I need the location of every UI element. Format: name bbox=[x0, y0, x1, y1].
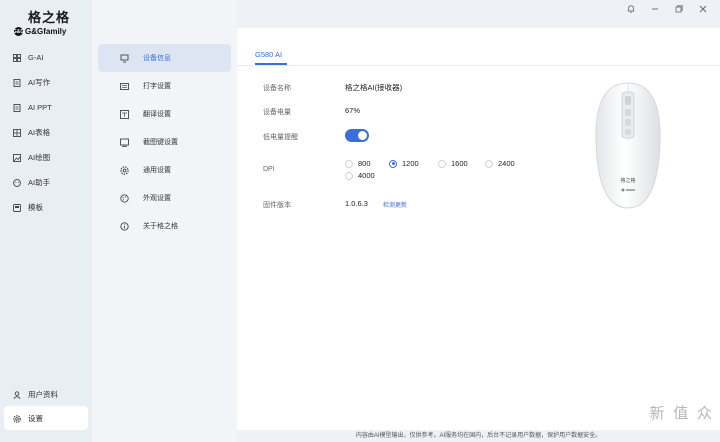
brand-name-cn: 格之格 bbox=[27, 11, 70, 26]
dpi-option-2400[interactable]: 2400 bbox=[485, 159, 515, 168]
nav-item-user-profile[interactable]: 用户资料 bbox=[4, 382, 88, 407]
firmware-value: 1.0.6.3 bbox=[345, 199, 368, 208]
submenu-device-info[interactable]: 设备信息 bbox=[98, 44, 231, 72]
brand-name-en-text: G&Gfamily bbox=[25, 27, 67, 36]
radio-icon bbox=[345, 171, 353, 180]
battery-label: 设备电量 bbox=[263, 109, 291, 116]
nav-item-templates[interactable]: 模板 bbox=[0, 195, 92, 220]
restore-icon[interactable] bbox=[674, 4, 684, 14]
submenu-label: 打字设置 bbox=[143, 83, 171, 90]
dpi-option-label: 1200 bbox=[402, 159, 419, 168]
nav-item-label: 设置 bbox=[28, 414, 43, 423]
nav-item-label: AI助手 bbox=[28, 178, 51, 187]
settings-submenu-list: 设备信息 打字设置 翻译设置 截图键设置 通用设置 外观设置 关于格之格 bbox=[98, 44, 231, 240]
device-info-panel: G580 AI 设备名称 格之格AI(接收器) 设备电量 67% 低电量提醒 D… bbox=[237, 28, 720, 430]
nav-list: G-AI AI写作 AI PPT AI表格 AI绘图 AI助手 模板 bbox=[0, 45, 92, 220]
nav-item-ai-table[interactable]: AI表格 bbox=[0, 120, 92, 145]
screenshot-icon bbox=[120, 138, 129, 147]
gear-icon bbox=[120, 165, 129, 175]
nav-item-label: AI表格 bbox=[28, 128, 51, 137]
dpi-option-label: 1600 bbox=[451, 159, 468, 168]
device-name-label: 设备名称 bbox=[263, 85, 291, 92]
nav-item-label: G-AI bbox=[28, 53, 44, 62]
dpi-option-1600[interactable]: 1600 bbox=[438, 159, 468, 168]
dpi-option-800[interactable]: 800 bbox=[345, 159, 371, 168]
nav-item-ai-writing[interactable]: AI写作 bbox=[0, 70, 92, 95]
nav-item-label: AI写作 bbox=[28, 78, 51, 87]
dpi-option-4000[interactable]: 4000 bbox=[345, 171, 375, 180]
nav-item-label: AI绘图 bbox=[28, 153, 51, 162]
submenu-translate-settings[interactable]: 翻译设置 bbox=[98, 100, 231, 128]
brand-name-en: G&G G&Gfamily bbox=[12, 27, 84, 36]
gear-icon bbox=[13, 414, 21, 423]
template-icon bbox=[13, 203, 21, 212]
keyboard-icon bbox=[120, 82, 129, 91]
grid-icon bbox=[13, 53, 21, 62]
toggle-knob bbox=[358, 131, 367, 140]
close-icon[interactable] bbox=[698, 4, 708, 14]
check-update-link[interactable]: 检测更新 bbox=[383, 200, 407, 209]
submenu-label: 截图键设置 bbox=[143, 139, 178, 146]
submenu-screenshot-key-settings[interactable]: 截图键设置 bbox=[98, 128, 231, 156]
notification-bell-icon[interactable] bbox=[626, 4, 636, 14]
nav-settings-inner: 设置 bbox=[4, 406, 88, 431]
nav-user-wrapper: 用户资料 bbox=[4, 382, 88, 407]
dpi-option-label: 800 bbox=[358, 159, 371, 168]
device-tabbar: G580 AI bbox=[237, 28, 720, 66]
footer-disclaimer: 内容由AI模型输出，仅供参考。AI服务均在国内，后台不记录用户数据，保护用户数据… bbox=[355, 433, 602, 439]
submenu-label: 设备信息 bbox=[143, 55, 171, 62]
submenu-typing-settings[interactable]: 打字设置 bbox=[98, 72, 231, 100]
battery-value: 67% bbox=[345, 106, 361, 115]
translate-icon bbox=[120, 109, 129, 119]
submenu-label: 关于格之格 bbox=[143, 223, 178, 230]
minimize-icon[interactable] bbox=[650, 4, 660, 14]
radio-selected-icon bbox=[389, 159, 397, 168]
nav-item-ai-drawing[interactable]: AI绘图 bbox=[0, 145, 92, 170]
user-icon bbox=[13, 390, 21, 399]
low-battery-label: 低电量提醒 bbox=[263, 134, 298, 141]
left-navigation: 格之格 G&G G&Gfamily G-AI AI写作 AI PPT AI表格 … bbox=[0, 0, 92, 442]
tab-active-indicator bbox=[255, 63, 287, 65]
submenu-label: 外观设置 bbox=[143, 195, 171, 202]
table-icon bbox=[13, 128, 21, 137]
assistant-icon bbox=[13, 178, 21, 187]
nav-item-label: AI PPT bbox=[28, 103, 52, 112]
nav-item-g-ai[interactable]: G-AI bbox=[0, 45, 92, 70]
dpi-option-label: 2400 bbox=[498, 159, 515, 168]
nav-item-ai-ppt[interactable]: AI PPT bbox=[0, 95, 92, 120]
submenu-about[interactable]: 关于格之格 bbox=[98, 212, 231, 240]
radio-icon bbox=[438, 159, 446, 168]
submenu-label: 翻译设置 bbox=[143, 111, 171, 118]
mouse-brand-text: 格之格 bbox=[620, 177, 635, 184]
palette-icon bbox=[120, 193, 129, 203]
brand-logo: 格之格 G&G G&Gfamily bbox=[12, 7, 84, 36]
info-icon bbox=[120, 221, 129, 231]
device-icon bbox=[120, 54, 129, 63]
radio-icon bbox=[345, 159, 353, 168]
device-name-value: 格之格AI(接收器) bbox=[345, 83, 403, 92]
mouse-illustration: 格之格 bbox=[595, 82, 661, 209]
window-controls bbox=[626, 4, 708, 14]
settings-submenu: 设备信息 打字设置 翻译设置 截图键设置 通用设置 外观设置 关于格之格 bbox=[92, 0, 237, 442]
radio-icon bbox=[485, 159, 493, 168]
firmware-label: 固件版本 bbox=[263, 202, 291, 209]
nav-item-settings[interactable]: 设置 bbox=[4, 406, 88, 430]
nav-item-label: 用户资料 bbox=[28, 390, 58, 399]
low-battery-toggle[interactable] bbox=[345, 129, 369, 142]
nav-item-label: 模板 bbox=[28, 203, 43, 212]
dpi-option-label: 4000 bbox=[358, 171, 375, 180]
watermark-text: 新 值 众 bbox=[649, 404, 714, 422]
tab-device-model[interactable]: G580 AI bbox=[255, 50, 282, 59]
dpi-label: DPI bbox=[263, 166, 275, 173]
document-icon bbox=[13, 78, 21, 87]
brand-logo-icon: G&G bbox=[12, 27, 25, 36]
submenu-label: 通用设置 bbox=[143, 167, 171, 174]
image-icon bbox=[13, 153, 21, 162]
nav-item-ai-assistant[interactable]: AI助手 bbox=[0, 170, 92, 195]
submenu-appearance-settings[interactable]: 外观设置 bbox=[98, 184, 231, 212]
submenu-general-settings[interactable]: 通用设置 bbox=[98, 156, 231, 184]
document-icon bbox=[13, 103, 21, 112]
dpi-option-1200[interactable]: 1200 bbox=[389, 159, 419, 168]
